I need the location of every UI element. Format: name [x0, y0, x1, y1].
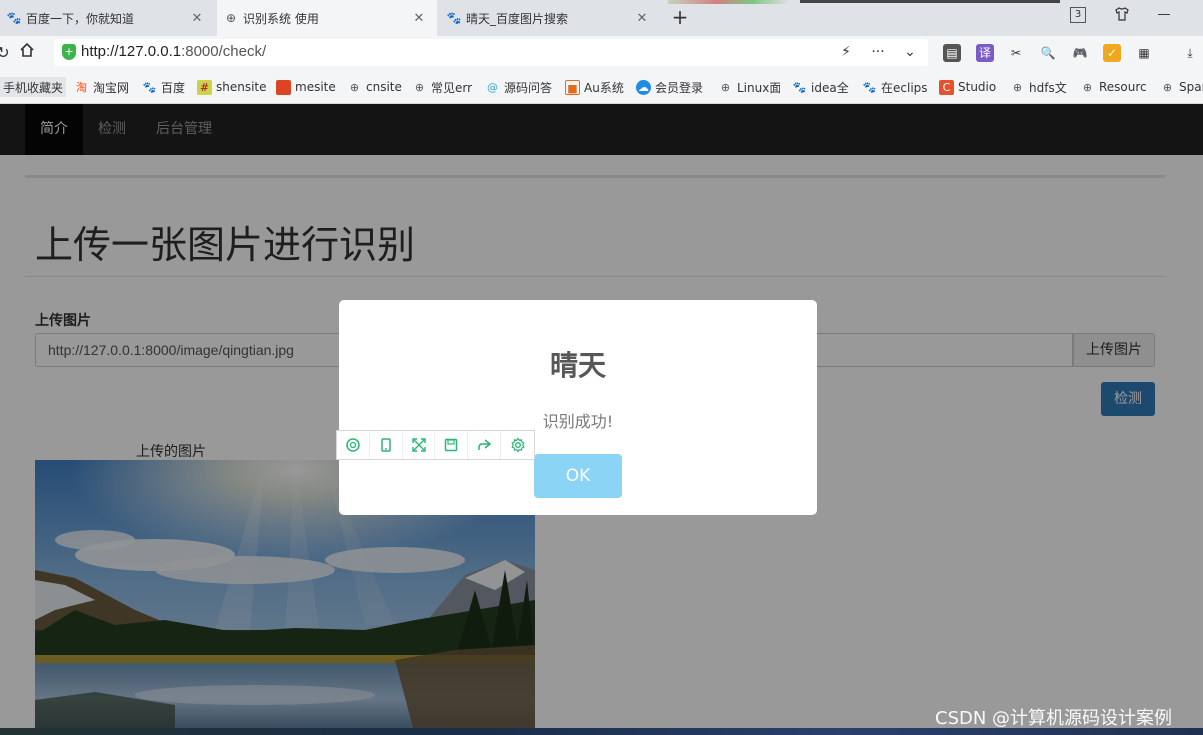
- bookmark-label: cnsite: [366, 80, 402, 94]
- url-text: http://127.0.0.1:8000/check/: [81, 43, 267, 60]
- bookmark-source-qa[interactable]: @ 源码问答: [485, 77, 555, 97]
- bookmark-label: idea全: [811, 80, 849, 95]
- translate-icon[interactable]: 译: [976, 44, 994, 62]
- gear-icon[interactable]: [501, 431, 534, 459]
- bookmark-eclipse[interactable]: 🐾 在eclips: [862, 77, 928, 97]
- result-dialog: 晴天 识别成功! OK: [339, 300, 817, 515]
- globe-icon: ⊕: [720, 80, 731, 94]
- bookmark-cnsite[interactable]: ⊕ cnsite: [347, 77, 403, 97]
- magnifier-icon[interactable]: 🔍: [1039, 44, 1057, 62]
- window-edge: [800, 0, 1060, 3]
- bookmark-mesite[interactable]: mesite: [276, 77, 340, 97]
- address-bar-row: ↻ + http://127.0.0.1:8000/check/ ⚡ ··· ⌄…: [0, 36, 1203, 69]
- bookmark-label: 常见err: [431, 80, 472, 95]
- badge-icon[interactable]: ✓: [1103, 44, 1121, 62]
- grid-icon: #: [197, 79, 212, 95]
- home-icon[interactable]: [16, 42, 38, 64]
- tab-image-search[interactable]: 🐾 晴天_百度图片搜索 ✕: [440, 0, 660, 36]
- globe-icon: ⊕: [1082, 80, 1093, 94]
- screenshot-toolbar: [336, 430, 535, 460]
- bookmark-shensite[interactable]: # shensite: [197, 77, 269, 97]
- close-icon[interactable]: ✕: [411, 11, 427, 26]
- phone-icon[interactable]: [370, 431, 403, 459]
- bookmark-spark[interactable]: ⊕ Spar: [1160, 77, 1203, 97]
- bookmark-studio[interactable]: C Studio: [939, 77, 997, 97]
- bookmark-label: Au系统: [584, 80, 624, 95]
- watermark: CSDN @计算机源码设计案例: [935, 708, 1173, 729]
- bookmark-label: hdfs文: [1029, 80, 1067, 95]
- browser-tab-bar: 🐾 百度一下，你就知道 ✕ ⊕ 识别系统 使用 ✕ 🐾 晴天_百度图片搜索 ✕ …: [0, 0, 1203, 36]
- globe-icon: ⊕: [414, 80, 425, 94]
- scissors-icon[interactable]: ✂: [1007, 44, 1025, 62]
- bookmark-label: shensite: [216, 80, 267, 94]
- expand-icon[interactable]: [403, 431, 436, 459]
- reader-icon[interactable]: ▤: [943, 44, 961, 62]
- bookmark-label: 源码问答: [504, 80, 553, 95]
- shield-icon: +: [62, 44, 76, 60]
- tab-baidu[interactable]: 🐾 百度一下，你就知道 ✕: [0, 0, 215, 36]
- bookmark-idea[interactable]: 🐾 idea全: [792, 77, 850, 97]
- lightning-icon[interactable]: ⚡: [836, 42, 856, 62]
- tab-recognition[interactable]: ⊕ 识别系统 使用 ✕: [217, 0, 437, 36]
- tab-count-badge[interactable]: 3: [1070, 7, 1086, 23]
- bookmarks-bar: 手机收藏夹 淘淘宝网 🐾 百度 # shensite mesite ⊕ cnsite …: [0, 69, 1203, 104]
- cloud-icon: ☁: [636, 79, 651, 95]
- bookmark-label: Linux面: [737, 80, 780, 95]
- more-icon[interactable]: ···: [868, 42, 888, 62]
- taobao-icon: 淘: [76, 80, 87, 94]
- ocr-icon[interactable]: [337, 431, 370, 459]
- globe-icon: ⊕: [225, 11, 237, 25]
- close-icon[interactable]: ✕: [189, 11, 205, 26]
- globe-icon: ⊕: [349, 80, 360, 94]
- baidu-paw-icon: 🐾: [862, 80, 877, 94]
- bookmark-label: 在eclips: [881, 80, 928, 95]
- bookmark-label: Spar: [1179, 80, 1203, 94]
- globe-icon: ⊕: [1012, 80, 1023, 94]
- save-icon[interactable]: [435, 431, 469, 459]
- tab-label: 晴天_百度图片搜索: [466, 11, 569, 26]
- c-icon: C: [939, 79, 954, 95]
- bookmark-taobao[interactable]: 淘淘宝网: [74, 77, 134, 97]
- share-icon[interactable]: [468, 431, 502, 459]
- apps-grid-icon[interactable]: ▦: [1135, 44, 1153, 62]
- baidu-paw-icon: 🐾: [792, 80, 807, 94]
- bookmark-label: 百度: [161, 80, 186, 95]
- new-tab-button[interactable]: +: [668, 5, 692, 29]
- bookmark-linux[interactable]: ⊕ Linux面: [718, 77, 780, 97]
- gamepad-icon[interactable]: 🎮: [1071, 44, 1089, 62]
- minimize-icon[interactable]: —: [1154, 6, 1174, 24]
- bookmark-label: Resourc: [1099, 80, 1147, 94]
- download-icon[interactable]: ⤓: [1181, 44, 1199, 62]
- red-square-icon: [276, 79, 291, 95]
- dialog-title: 晴天: [549, 349, 606, 382]
- bookmark-common-err[interactable]: ⊕ 常见err: [412, 77, 472, 97]
- globe-icon: ⊕: [1162, 80, 1173, 94]
- baidu-paw-icon: 🐾: [6, 11, 22, 25]
- close-icon[interactable]: ✕: [634, 11, 650, 26]
- bookmark-label: mesite: [295, 80, 336, 94]
- bookmark-hdfs[interactable]: ⊕ hdfs文: [1010, 77, 1070, 97]
- baidu-paw-icon: 🐾: [142, 80, 157, 94]
- bookmark-label: 会员登录: [655, 80, 704, 95]
- bookmark-label: Studio: [958, 80, 997, 94]
- bookmark-resource[interactable]: ⊕ Resourc: [1080, 77, 1148, 97]
- bookmark-baidu[interactable]: 🐾 百度: [142, 77, 190, 97]
- tab-thumbnails: [668, 0, 788, 4]
- tab-label: 识别系统 使用: [243, 11, 319, 26]
- ok-button[interactable]: OK: [534, 454, 622, 498]
- bookmark-au-system[interactable]: ■ Au系统: [565, 77, 627, 97]
- dialog-message: 识别成功!: [542, 412, 614, 431]
- orange-box-icon: ■: [565, 79, 580, 95]
- chevron-down-icon[interactable]: ⌄: [900, 42, 920, 62]
- bookmark-label: 淘宝网: [93, 80, 130, 95]
- shirt-icon[interactable]: [1112, 6, 1132, 24]
- bookmark-member-login[interactable]: ☁ 会员登录: [636, 77, 704, 97]
- refresh-icon[interactable]: ↻: [0, 42, 14, 64]
- tab-label: 百度一下，你就知道: [26, 11, 135, 26]
- bookmark-label: 手机收藏夹: [3, 80, 64, 95]
- baidu-paw-icon: 🐾: [446, 11, 462, 25]
- url-field[interactable]: + http://127.0.0.1:8000/check/ ⚡ ··· ⌄: [54, 39, 928, 66]
- swirl-icon: @: [487, 80, 498, 94]
- bookmark-mobile-favorites[interactable]: 手机收藏夹: [0, 77, 66, 97]
